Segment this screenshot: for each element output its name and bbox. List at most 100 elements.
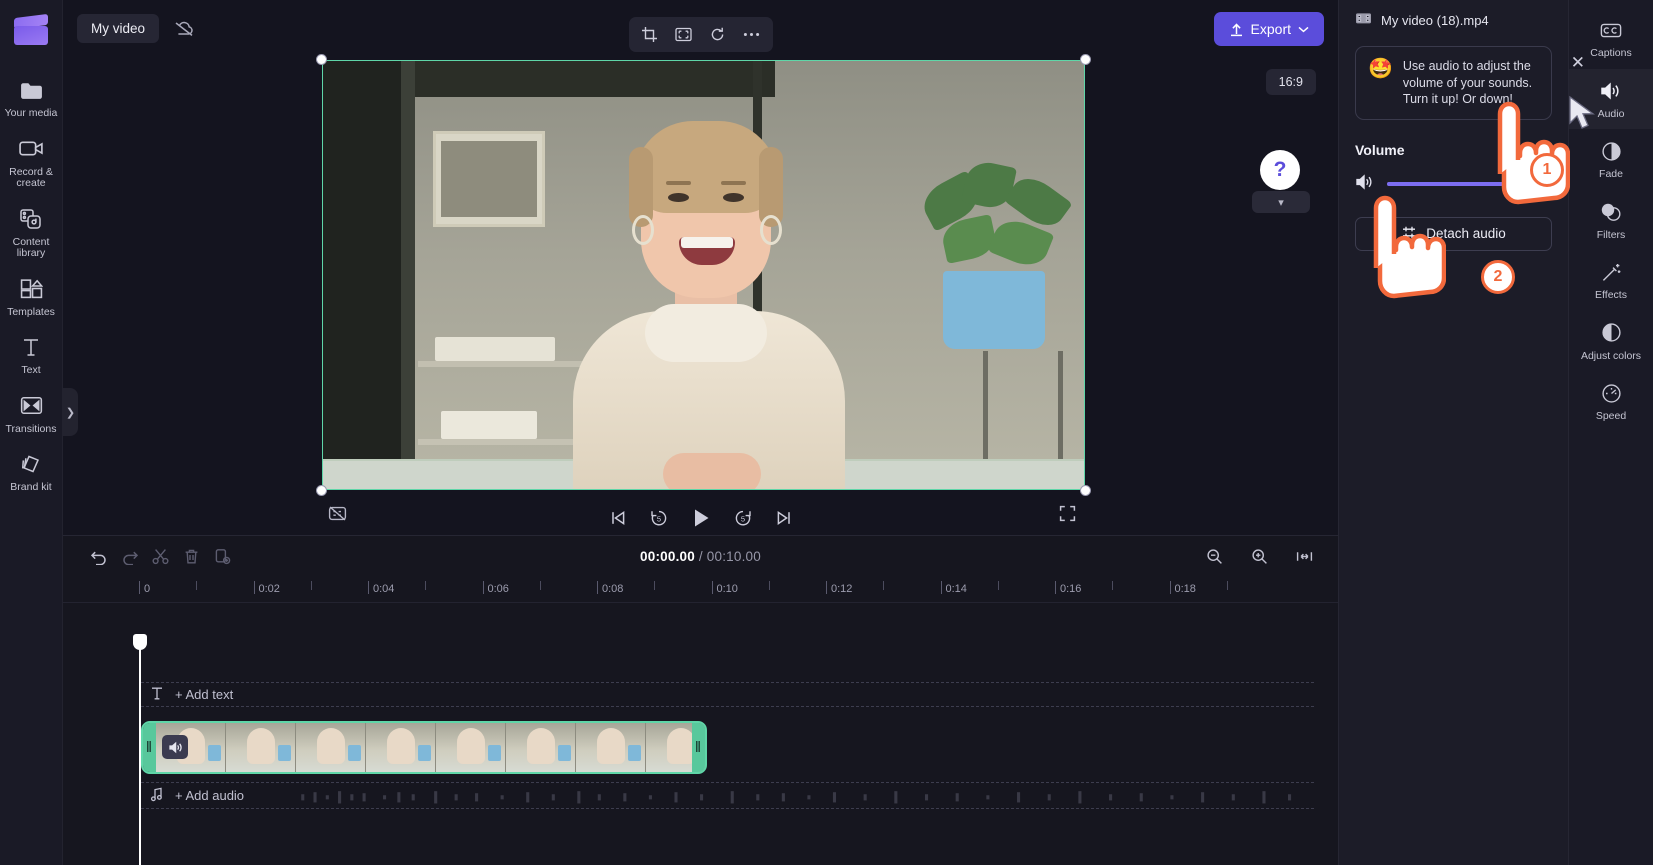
project-name[interactable]: My video [77, 14, 160, 43]
aspect-ratio-chip[interactable]: 16:9 [1265, 69, 1316, 95]
timeline-zoom-controls [1199, 543, 1320, 571]
text-track-placeholder[interactable]: + Add text [141, 682, 1314, 707]
captions-off-icon[interactable] [328, 505, 347, 522]
volume-slider[interactable] [1387, 177, 1552, 191]
undo-icon[interactable] [83, 543, 114, 571]
export-button[interactable]: Export [1213, 12, 1324, 46]
sidebar-item-brand-kit[interactable]: Brand kit [0, 442, 63, 501]
video-scene-image [323, 61, 1084, 489]
tool-adjust-colors[interactable]: Adjust colors [1569, 311, 1653, 372]
tool-label: Fade [1599, 168, 1623, 180]
tool-effects[interactable]: Effects [1569, 250, 1653, 311]
playhead[interactable] [133, 634, 147, 865]
ruler-tick-label: 0:18 [1174, 583, 1196, 595]
video-clip[interactable]: ‖ ‖ [141, 721, 707, 774]
fade-icon [1601, 138, 1622, 164]
clip-volume-icon[interactable] [162, 735, 188, 759]
close-icon[interactable]: ✕ [1571, 53, 1585, 73]
sidebar-item-transitions[interactable]: Transitions [0, 384, 63, 443]
cloud-off-icon[interactable] [173, 20, 195, 38]
ruler-tick-minor [768, 581, 770, 590]
music-note-icon [150, 787, 164, 805]
fit-to-frame-icon[interactable] [669, 21, 699, 48]
clipchamp-editor: Your media Record & create Content libra… [0, 0, 1653, 865]
resize-handle-top-right[interactable] [1080, 54, 1091, 65]
tool-label: Speed [1595, 410, 1627, 422]
sidebar-item-templates[interactable]: Templates [0, 267, 63, 326]
zoom-out-icon[interactable] [1199, 543, 1230, 571]
video-camera-icon [18, 136, 45, 162]
fit-timeline-icon[interactable] [1289, 543, 1320, 571]
duplicate-icon[interactable] [207, 543, 238, 571]
audio-tip-card: 🤩 Use audio to adjust the volume of your… [1355, 46, 1585, 120]
redo-icon[interactable] [114, 543, 145, 571]
clipchamp-logo[interactable] [14, 13, 48, 46]
chevron-down-icon [1298, 26, 1309, 32]
ruler-tick-minor [883, 581, 885, 590]
sidebar-item-text[interactable]: Text [0, 325, 63, 384]
crop-icon[interactable] [635, 21, 665, 48]
timecode-display: 00:00.00 / 00:10.00 [640, 549, 761, 564]
ruler-tick-label: 0 [144, 583, 151, 595]
audio-track-placeholder[interactable]: + Add audio [141, 782, 1314, 809]
fullscreen-icon[interactable] [1059, 505, 1076, 522]
tool-audio[interactable]: Audio [1568, 68, 1653, 129]
ruler-tick-major [940, 581, 942, 594]
more-horizontal-icon[interactable] [737, 21, 767, 48]
sidebar-item-your-media[interactable]: Your media [0, 68, 63, 127]
tool-label: Audio [1597, 107, 1625, 120]
detach-audio-button[interactable]: Detach audio [1355, 216, 1552, 251]
playback-controls: 5 5 [609, 507, 793, 529]
sidebar-item-content-library[interactable]: Content library [0, 197, 63, 267]
speaker-icon[interactable] [1355, 173, 1374, 195]
effects-wand-icon [1601, 259, 1622, 285]
editor-main: My video Export 16:9 5 5 ? ▾ 00:00.00 / … [63, 0, 1338, 865]
clip-trim-handle-left[interactable]: ‖ [143, 723, 156, 772]
skip-start-icon[interactable] [609, 509, 627, 527]
export-label: Export [1250, 21, 1291, 37]
resize-handle-top-left[interactable] [316, 54, 327, 65]
rewind-5-icon[interactable]: 5 [649, 508, 669, 528]
closed-captions-icon [1600, 17, 1622, 43]
ruler-tick-label: 0:12 [831, 583, 853, 595]
timeline-ruler[interactable]: 0 0:02 0:04 0:06 0:08 0:10 0:12 0:14 0:16 0:18 [63, 577, 1338, 603]
play-icon[interactable] [691, 507, 711, 529]
rotate-icon[interactable] [703, 21, 733, 48]
speedometer-icon [1601, 380, 1622, 406]
ruler-tick-major [597, 581, 598, 594]
tool-fade[interactable]: Fade [1569, 129, 1653, 190]
sidebar-item-label: Brand kit [10, 481, 52, 493]
video-selection[interactable] [316, 54, 1091, 496]
clip-trim-handle-right[interactable]: ‖ [692, 723, 705, 772]
svg-text:5: 5 [656, 515, 660, 524]
tool-speed[interactable]: Speed [1569, 371, 1653, 432]
ruler-tick-major [1169, 581, 1171, 594]
ruler-tick-minor [654, 581, 656, 590]
audio-waveform [301, 791, 1292, 804]
tip-text: Use audio to adjust the volume of your s… [1402, 59, 1533, 106]
speaker-icon [1600, 78, 1622, 104]
tool-filters[interactable]: Filters [1569, 190, 1653, 251]
timeline: 00:00.00 / 00:10.00 0 0:02 0:04 0:06 0:0… [63, 535, 1338, 865]
panel-collapse-chevron[interactable]: ▾ [1252, 191, 1310, 213]
zoom-in-icon[interactable] [1244, 543, 1275, 571]
ruler-tick-major [711, 581, 713, 594]
trash-icon[interactable] [176, 543, 207, 571]
step-badge-1: 1 [1530, 153, 1564, 187]
video-preview[interactable] [322, 60, 1085, 490]
playhead-knob[interactable] [133, 634, 147, 650]
adjust-colors-icon [1601, 320, 1622, 346]
ruler-tick-minor [1112, 581, 1114, 590]
add-text-label: + Add text [175, 687, 234, 702]
help-button[interactable]: ? [1260, 150, 1300, 190]
ruler-tick-minor [196, 581, 198, 590]
tool-label: Filters [1596, 228, 1626, 241]
ruler-tick-label: 0:06 [487, 583, 509, 595]
sidebar-item-record-create[interactable]: Record & create [0, 127, 63, 197]
ruler-tick-label: 0:08 [602, 583, 624, 595]
forward-5-icon[interactable]: 5 [733, 508, 753, 528]
step-badge-2: 2 [1481, 260, 1515, 294]
templates-icon [20, 276, 43, 302]
scissors-icon[interactable] [145, 543, 176, 571]
skip-end-icon[interactable] [775, 509, 793, 527]
